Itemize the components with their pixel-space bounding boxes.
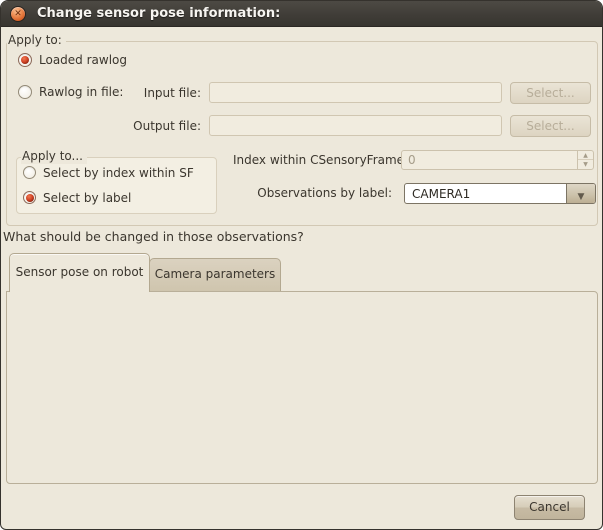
observations-by-label-label: Observations by label:: [241, 186, 392, 201]
window-title: Change sensor pose information:: [37, 6, 280, 22]
dialog-window: ✕ Change sensor pose information: Apply …: [0, 0, 603, 530]
sensor-pose-panel: [6, 291, 598, 484]
dialog-content: Apply to: Loaded rawlog Rawlog in file: …: [1, 27, 602, 529]
input-file-field: [209, 82, 502, 103]
select-input-file-button: Select...: [510, 82, 591, 104]
loaded-rawlog-label[interactable]: Loaded rawlog: [39, 53, 127, 68]
index-within-label: Index within CSensoryFrame: [233, 153, 404, 168]
output-file-field: [209, 115, 502, 136]
combobox-dropdown-button[interactable]: ▼: [566, 184, 595, 203]
select-output-file-button: Select...: [510, 115, 591, 137]
index-spinbox: 0 ▲ ▼: [401, 150, 594, 170]
rawlog-in-file-radio[interactable]: [18, 85, 32, 99]
tab-sensor-pose[interactable]: Sensor pose on robot: [9, 253, 150, 292]
observations-combobox-value: CAMERA1: [412, 186, 470, 202]
observations-combobox[interactable]: CAMERA1 ▼: [404, 183, 596, 204]
loaded-rawlog-radio[interactable]: [18, 53, 32, 67]
select-by-index-radio[interactable]: [23, 166, 36, 179]
select-by-label-radio[interactable]: [23, 191, 36, 204]
index-spin-buttons: ▲ ▼: [577, 151, 593, 169]
output-file-label: Output file:: [101, 119, 201, 134]
chevron-down-icon: ▼: [578, 192, 585, 202]
close-button[interactable]: ✕: [10, 6, 26, 22]
index-spin-value: 0: [408, 153, 416, 168]
title-bar[interactable]: ✕ Change sensor pose information:: [1, 1, 602, 27]
spin-down-icon: ▼: [578, 160, 593, 169]
select-by-index-label[interactable]: Select by index within SF: [43, 166, 194, 181]
tab-camera-parameters[interactable]: Camera parameters: [149, 258, 281, 291]
apply-to-frame-label: Apply to:: [7, 33, 66, 48]
close-icon: ✕: [11, 7, 25, 21]
cancel-button[interactable]: Cancel: [514, 495, 585, 520]
input-file-label: Input file:: [101, 86, 201, 101]
select-by-label-label[interactable]: Select by label: [43, 191, 131, 206]
selection-group-label: Apply to...: [21, 149, 87, 164]
spin-up-icon: ▲: [578, 151, 593, 160]
question-label: What should be changed in those observat…: [3, 229, 304, 244]
